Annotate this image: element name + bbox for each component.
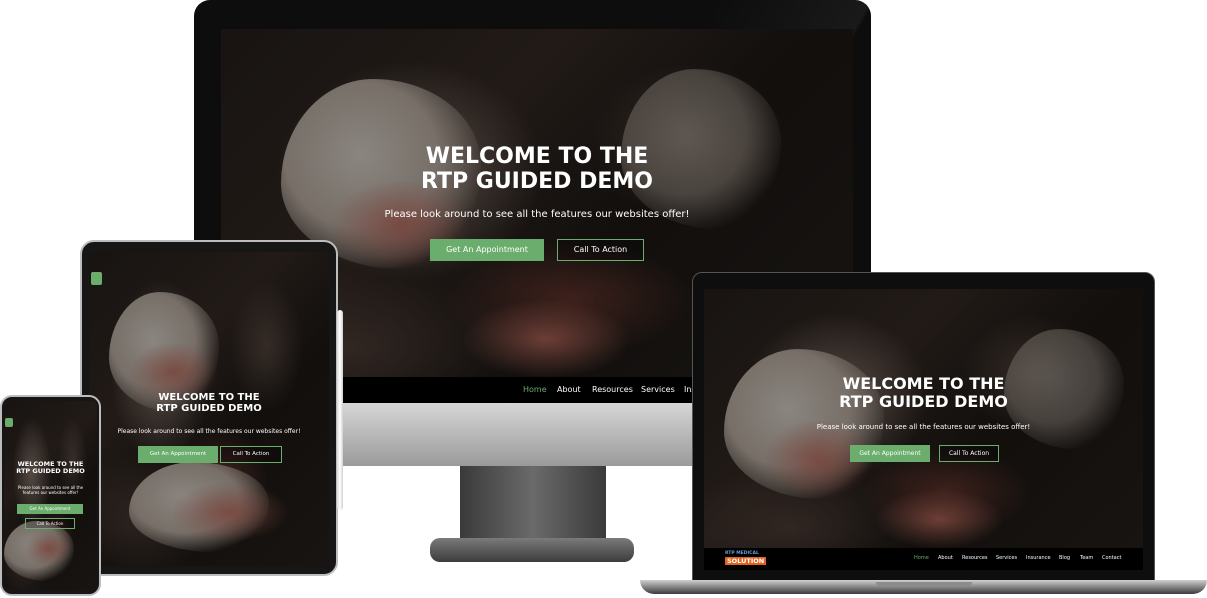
phone-appointment-button[interactable]: Get An Appointment [17,504,83,514]
nav-item-home[interactable]: Home [523,385,547,394]
call-to-action-button[interactable]: Call To Action [557,239,644,261]
laptop-nav-contact[interactable]: Contact [1102,555,1121,561]
nav-item-resources[interactable]: Resources [592,385,633,394]
laptop-nav-team[interactable]: Team [1080,555,1093,561]
phone-title: WELCOME TO THE RTP GUIDED DEMO [16,460,85,476]
desktop-stand [460,466,606,540]
laptop-cta-button[interactable]: Call To Action [939,445,999,462]
hero-subtitle: Please look around to see all the featur… [384,209,690,220]
get-appointment-button[interactable]: Get An Appointment [430,239,544,261]
laptop-subtitle: Please look around to see all the featur… [816,423,1031,431]
laptop-nav-home[interactable]: Home [914,555,929,561]
desktop-stand-base [430,538,634,562]
brand-logo[interactable]: RTP MEDICAL SOLUTION [725,551,767,567]
phone-screen: WELCOME TO THE RTP GUIDED DEMO Please lo… [4,401,97,590]
tablet-subtitle: Please look around to see all the featur… [117,428,301,435]
tablet-cta-button[interactable]: Call To Action [220,446,282,463]
page-title: WELCOME TO THE RTP GUIDED DEMO [421,144,653,194]
laptop-nav-about[interactable]: About [938,555,953,561]
laptop-nav-blog[interactable]: Blog [1059,555,1070,561]
brand-logo-top: RTP MEDICAL [725,551,759,556]
laptop-title: WELCOME TO THE RTP GUIDED DEMO [839,374,1008,411]
laptop-nav-resources[interactable]: Resources [962,555,988,561]
phone-cta-button[interactable]: Call To Action [25,518,75,529]
phone-logo-icon [5,418,13,427]
nav-item-services[interactable]: Services [641,385,675,394]
tablet-screen: WELCOME TO THE RTP GUIDED DEMO Please lo… [89,252,329,566]
laptop-notch [876,582,972,587]
tablet-title: WELCOME TO THE RTP GUIDED DEMO [156,392,262,415]
laptop-nav-insurance[interactable]: Insurance [1026,555,1051,561]
phone-subtitle: Please look around to see all the featur… [17,485,84,496]
laptop-nav-services[interactable]: Services [996,555,1017,561]
tablet-appointment-button[interactable]: Get An Appointment [138,446,218,463]
laptop-nav: RTP MEDICAL SOLUTION Home About Resource… [704,548,1143,570]
laptop-screen: WELCOME TO THE RTP GUIDED DEMO Please lo… [704,289,1143,570]
tablet-logo-icon [91,272,102,285]
laptop-appointment-button[interactable]: Get An Appointment [850,445,930,462]
tablet-pencil [337,310,343,510]
nav-item-about[interactable]: About [557,385,581,394]
brand-logo-bottom: SOLUTION [725,557,767,565]
